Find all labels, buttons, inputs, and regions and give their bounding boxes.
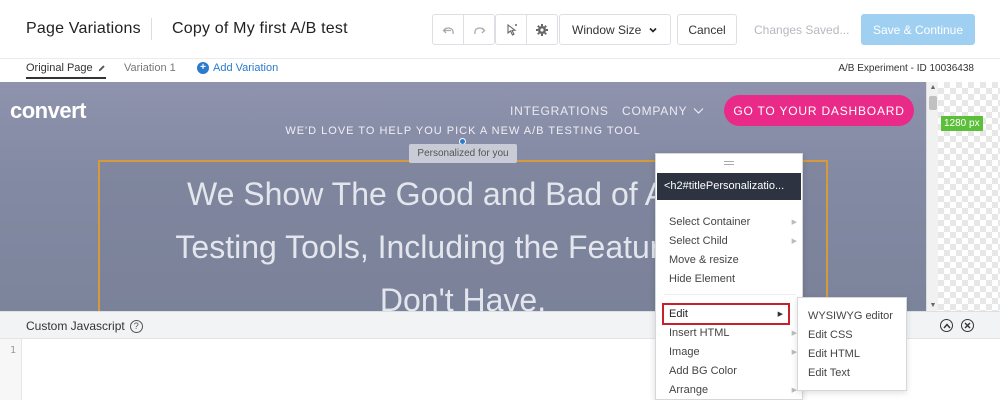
- hero-tagline[interactable]: WE'D LOVE TO HELP YOU PICK A NEW A/B TES…: [0, 125, 926, 137]
- menu-item-hide-element[interactable]: Hide Element: [669, 273, 797, 285]
- caret-right-icon: ▶: [791, 219, 797, 226]
- experiment-title[interactable]: Copy of My first A/B test: [172, 20, 348, 38]
- scroll-up-arrow-icon[interactable]: ▲: [929, 84, 937, 91]
- element-selector-label: <h2#titlePersonalizatio...: [657, 173, 801, 200]
- redo-icon: [474, 26, 486, 34]
- nav-company[interactable]: COMPANY: [622, 104, 704, 118]
- preview-scrollbar[interactable]: ▲ ▼: [926, 82, 938, 311]
- element-context-menu: <h2#titlePersonalizatio... Select Contai…: [655, 153, 803, 400]
- redo-button[interactable]: [463, 14, 495, 45]
- personalized-label: Personalized for you: [409, 144, 517, 163]
- chevron-down-icon: [649, 27, 657, 33]
- help-icon[interactable]: ?: [129, 319, 143, 333]
- menu-item-label: Insert HTML: [669, 327, 730, 339]
- undo-button[interactable]: [432, 14, 464, 45]
- pencil-icon[interactable]: [97, 64, 106, 73]
- menu-item-label: Hide Element: [669, 273, 736, 285]
- site-logo[interactable]: convert: [10, 98, 86, 124]
- tab-variation-1[interactable]: Variation 1: [124, 62, 176, 74]
- gear-icon: [536, 23, 548, 36]
- app-title: Page Variations: [26, 20, 141, 37]
- save-status: Changes Saved...: [754, 23, 850, 37]
- chevron-down-icon: [693, 108, 704, 114]
- caret-right-icon: ▶: [791, 238, 797, 245]
- submenu-item-edit-css[interactable]: Edit CSS: [808, 329, 853, 341]
- code-panel-title: Custom Javascript ?: [26, 319, 143, 333]
- menu-item-arrange[interactable]: Arrange ▶: [669, 384, 797, 396]
- tab-original-page[interactable]: Original Page: [26, 62, 106, 79]
- menu-item-label: Edit: [669, 308, 688, 320]
- scrollbar-thumb[interactable]: [929, 96, 937, 110]
- menu-item-image[interactable]: Image ▶: [669, 346, 797, 358]
- menu-item-edit[interactable]: Edit ▶: [662, 303, 790, 325]
- submenu-item-edit-html[interactable]: Edit HTML: [808, 348, 860, 360]
- edit-submenu: WYSIWYG editor Edit CSS Edit HTML Edit T…: [797, 297, 907, 391]
- undo-icon: [442, 26, 454, 34]
- submenu-item-edit-text[interactable]: Edit Text: [808, 367, 850, 379]
- nav-integrations[interactable]: INTEGRATIONS: [510, 104, 609, 118]
- variation-tabs: Original Page Variation 1 + Add Variatio…: [0, 58, 1000, 82]
- menu-item-move-resize[interactable]: Move & resize: [669, 254, 797, 266]
- menu-item-add-bg-color[interactable]: Add BG Color: [669, 365, 797, 377]
- title-divider: [151, 18, 152, 40]
- menu-item-label: Arrange: [669, 384, 709, 396]
- nav-company-label: COMPANY: [622, 104, 688, 118]
- menu-item-insert-html[interactable]: Insert HTML ▶: [669, 327, 797, 339]
- menu-item-select-container[interactable]: Select Container ▶: [669, 216, 797, 228]
- plus-circle-icon: +: [197, 62, 209, 74]
- menu-item-label: Move & resize: [669, 254, 739, 266]
- cursor-select-icon: [506, 23, 517, 36]
- menu-item-select-child[interactable]: Select Child ▶: [669, 235, 797, 247]
- settings-button[interactable]: [526, 14, 558, 45]
- add-variation-label: Add Variation: [213, 62, 279, 74]
- experiment-id: A/B Experiment - ID 10036438: [838, 63, 974, 74]
- line-number: 1: [10, 345, 17, 356]
- menu-divider: [664, 294, 796, 295]
- menu-item-label: Select Container: [669, 216, 751, 228]
- headline-line: Don't Have.: [379, 282, 547, 311]
- menu-item-label: Add BG Color: [669, 365, 737, 377]
- save-and-continue-button[interactable]: Save & Continue: [861, 14, 975, 45]
- window-size-label: Window Size: [572, 22, 642, 37]
- cancel-button[interactable]: Cancel: [677, 14, 737, 45]
- top-toolbar: Page Variations Copy of My first A/B tes…: [0, 0, 1000, 58]
- menu-item-label: Select Child: [669, 235, 728, 247]
- menu-item-label: Image: [669, 346, 700, 358]
- close-icon[interactable]: [961, 319, 974, 332]
- add-variation-button[interactable]: + Add Variation: [197, 62, 278, 74]
- window-size-dropdown[interactable]: Window Size: [559, 14, 671, 45]
- scroll-down-arrow-icon[interactable]: ▼: [929, 302, 937, 309]
- code-panel-title-label: Custom Javascript: [26, 319, 125, 333]
- drag-handle-icon[interactable]: [656, 154, 802, 172]
- submenu-item-wysiwyg-editor[interactable]: WYSIWYG editor: [808, 310, 893, 322]
- dashboard-cta-button[interactable]: GO TO YOUR DASHBOARD: [724, 95, 914, 126]
- element-picker-button[interactable]: [495, 14, 527, 45]
- code-gutter: 1: [0, 339, 22, 400]
- viewport-width-badge: 1280 px: [941, 116, 983, 131]
- chevron-up-icon[interactable]: [940, 319, 953, 332]
- caret-right-icon: ▶: [777, 311, 783, 318]
- tab-label: Original Page: [26, 62, 93, 74]
